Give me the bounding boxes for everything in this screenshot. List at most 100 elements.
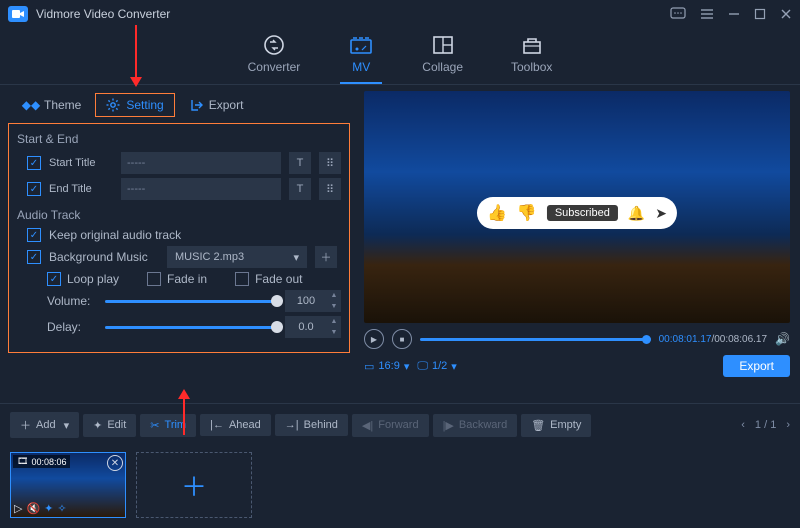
stop-button[interactable]: ■	[392, 329, 412, 349]
backward-icon: |▶	[443, 419, 454, 432]
behind-button[interactable]: →|Behind	[275, 414, 348, 436]
volume-label: Volume:	[47, 294, 97, 308]
clip-thumbnail[interactable]: 🎞00:08:06 ✕ ▷ 🔇 ✦ ✧	[10, 452, 126, 518]
aspect-select[interactable]: ▭16:9▾	[364, 360, 409, 373]
app-logo-icon	[8, 6, 28, 22]
theme-icon: ◆◆	[24, 98, 38, 112]
remove-clip-button[interactable]: ✕	[107, 455, 123, 471]
spin-up-icon[interactable]: ▲	[327, 316, 341, 327]
nav-mv[interactable]: MV	[348, 34, 374, 74]
bell-icon: 🔔	[628, 205, 645, 222]
zoom-select[interactable]: 🖵1/2▾	[417, 360, 456, 373]
tab-theme[interactable]: ◆◆ Theme	[14, 94, 91, 116]
clip-tray: 🎞00:08:06 ✕ ▷ 🔇 ✦ ✧ ＋	[0, 446, 800, 528]
start-title-checkbox[interactable]: ✓	[27, 156, 41, 170]
ahead-icon: |←	[210, 419, 224, 431]
text-options-button[interactable]: ⠿	[319, 178, 341, 200]
tab-setting[interactable]: Setting	[95, 93, 174, 117]
end-title-label: End Title	[49, 183, 113, 195]
text-options-button[interactable]: ⠿	[319, 152, 341, 174]
text-style-button[interactable]: T	[289, 152, 311, 174]
minimize-icon[interactable]	[728, 8, 740, 20]
close-icon[interactable]	[780, 8, 792, 20]
preview-area: 👍 👎 Subscribed 🔔 ➤ ▶ ■ 00:08:01.17/00:08…	[358, 85, 800, 403]
chevron-down-icon: ▾	[404, 360, 410, 373]
film-icon: 🎞	[17, 456, 28, 467]
plus-icon: ＋	[20, 417, 31, 433]
fadeout-checkbox[interactable]	[235, 272, 249, 286]
spin-up-icon[interactable]: ▲	[327, 290, 341, 301]
clip-toolbar: ＋Add▾ ✦Edit ✂Trim |←Ahead →|Behind ◀|For…	[0, 403, 800, 446]
end-title-checkbox[interactable]: ✓	[27, 182, 41, 196]
collage-icon	[430, 34, 456, 56]
scissors-icon: ✂	[150, 419, 159, 432]
start-title-label: Start Title	[49, 157, 113, 169]
toolbox-icon	[519, 34, 545, 56]
keep-original-checkbox[interactable]: ✓	[27, 228, 41, 242]
pager-next[interactable]: ›	[786, 419, 790, 431]
bgm-checkbox[interactable]: ✓	[27, 250, 41, 264]
trim-button[interactable]: ✂Trim	[140, 414, 196, 437]
aspect-icon: ▭	[364, 360, 374, 373]
sparkle-icon[interactable]: ✧	[57, 502, 66, 515]
spin-down-icon[interactable]: ▼	[327, 327, 341, 338]
monitor-icon: 🖵	[417, 360, 428, 373]
thumbs-down-icon: 👎	[517, 203, 537, 223]
empty-button[interactable]: 🗑Empty	[521, 414, 591, 437]
clip-overlay-icons: ▷ 🔇 ✦ ✧	[14, 502, 67, 515]
edit-button[interactable]: ✦Edit	[83, 414, 136, 437]
seek-bar[interactable]	[420, 338, 651, 341]
gear-icon	[106, 98, 120, 112]
converter-icon	[261, 34, 287, 56]
add-bgm-button[interactable]: ＋	[315, 246, 337, 268]
settings-panel-container: ◆◆ Theme Setting Export Start & End ✓ St…	[0, 85, 358, 403]
nav-toolbox[interactable]: Toolbox	[511, 34, 552, 74]
section-audio-track: Audio Track	[17, 208, 341, 222]
spin-down-icon[interactable]: ▼	[327, 301, 341, 312]
star-icon[interactable]: ✦	[44, 502, 53, 515]
chevron-down-icon: ▾	[293, 251, 299, 264]
volume-slider[interactable]	[105, 300, 277, 303]
export-button[interactable]: Export	[723, 355, 790, 377]
play-button[interactable]: ▶	[364, 329, 384, 349]
pager-prev[interactable]: ‹	[741, 419, 745, 431]
text-style-button[interactable]: T	[289, 178, 311, 200]
mv-icon	[348, 34, 374, 56]
tab-export[interactable]: Export	[179, 94, 254, 116]
chevron-down-icon: ▾	[451, 360, 457, 373]
settings-tabs: ◆◆ Theme Setting Export	[0, 85, 358, 123]
thumbs-up-icon: 👍	[487, 203, 507, 223]
wand-icon: ✦	[93, 419, 102, 432]
backward-button[interactable]: |▶Backward	[433, 414, 518, 437]
volume-value-input[interactable]: 100 ▲▼	[285, 290, 341, 312]
mute-icon[interactable]: 🔇	[26, 502, 40, 515]
cursor-icon: ➤	[655, 205, 667, 222]
clip-duration: 🎞00:08:06	[13, 455, 70, 468]
play-icon[interactable]: ▷	[14, 502, 22, 515]
preview-meta: ▭16:9▾ 🖵1/2▾ Export	[364, 355, 790, 377]
section-start-end: Start & End	[17, 132, 341, 146]
forward-icon: ◀|	[362, 419, 373, 432]
ahead-button[interactable]: |←Ahead	[200, 414, 271, 436]
add-button[interactable]: ＋Add▾	[10, 412, 79, 438]
end-title-input[interactable]	[121, 178, 281, 200]
fadein-checkbox[interactable]	[147, 272, 161, 286]
settings-panel: Start & End ✓ Start Title T ⠿ ✓ End Titl…	[8, 123, 350, 353]
feedback-icon[interactable]	[670, 7, 686, 21]
delay-slider[interactable]	[105, 326, 277, 329]
delay-label: Delay:	[47, 320, 97, 334]
add-clip-button[interactable]: ＋	[136, 452, 252, 518]
loop-checkbox[interactable]: ✓	[47, 272, 61, 286]
maximize-icon[interactable]	[754, 8, 766, 20]
forward-button[interactable]: ◀|Forward	[352, 414, 429, 437]
preview-overlay-pill: 👍 👎 Subscribed 🔔 ➤	[477, 197, 677, 229]
video-preview[interactable]: 👍 👎 Subscribed 🔔 ➤	[364, 91, 790, 323]
nav-collage[interactable]: Collage	[422, 34, 463, 74]
nav-converter[interactable]: Converter	[248, 34, 301, 74]
volume-icon[interactable]: 🔊	[775, 332, 790, 346]
menu-icon[interactable]	[700, 8, 714, 20]
start-title-input[interactable]	[121, 152, 281, 174]
behind-icon: →|	[285, 419, 299, 431]
delay-value-input[interactable]: 0.0 ▲▼	[285, 316, 341, 338]
bgm-select[interactable]: MUSIC 2.mp3 ▾	[167, 246, 307, 268]
